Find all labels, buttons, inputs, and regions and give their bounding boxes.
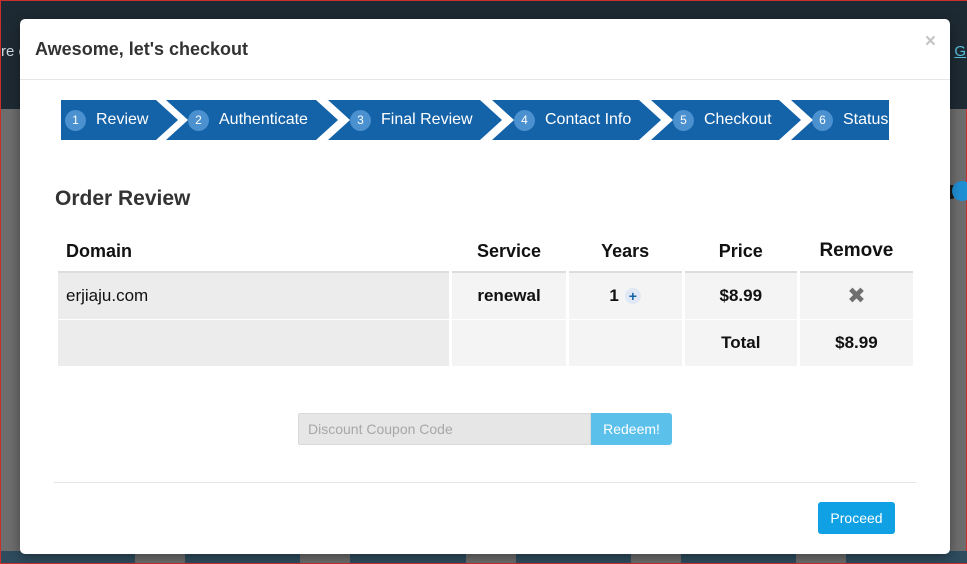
empty-cell [452, 320, 566, 367]
service-cell: renewal [452, 273, 566, 320]
background-badge-icon [952, 181, 967, 201]
empty-cell [58, 320, 450, 367]
step-label: Contact Info [545, 111, 632, 128]
total-value: $8.99 [799, 320, 913, 367]
coupon-form: Redeem! [298, 413, 672, 445]
years-cell: 1 + [568, 273, 682, 320]
order-table: Domain Service Years Price Remove erjiaj… [55, 233, 916, 367]
empty-cell [568, 320, 682, 367]
column-header-price: Price [684, 233, 797, 273]
remove-cell: ✖ [799, 273, 913, 320]
step-label: Checkout [704, 111, 772, 128]
step-contact-info: 4 Contact Info [492, 100, 661, 140]
redeem-button[interactable]: Redeem! [591, 413, 672, 445]
column-header-domain: Domain [58, 233, 450, 273]
proceed-button[interactable]: Proceed [818, 502, 895, 534]
step-final-review: 3 Final Review [328, 100, 502, 140]
column-header-service: Service [452, 233, 566, 273]
step-label: Final Review [381, 111, 473, 128]
step-review: 1 Review [61, 100, 178, 140]
years-value: 1 [609, 286, 619, 305]
domain-cell: erjiaju.com [58, 273, 450, 320]
background-header-link: G [954, 43, 966, 60]
step-status: 6 Status [791, 100, 889, 140]
step-number: 1 [65, 110, 86, 131]
close-icon[interactable]: × [925, 32, 936, 51]
order-review-title: Order Review [55, 187, 191, 210]
table-row: erjiaju.com renewal 1 + $8.99 ✖ [58, 273, 913, 320]
footer-divider [54, 482, 916, 483]
step-label: Review [96, 111, 149, 128]
plus-icon[interactable]: + [624, 288, 641, 304]
step-number: 5 [673, 110, 694, 131]
coupon-code-input[interactable] [298, 413, 591, 445]
step-number: 2 [188, 110, 209, 131]
table-header-row: Domain Service Years Price Remove [58, 233, 913, 273]
total-row: Total $8.99 [58, 320, 913, 367]
step-number: 6 [812, 109, 833, 131]
column-header-remove: Remove [799, 233, 913, 273]
step-authenticate: 2 Authenticate [166, 100, 338, 140]
remove-x-icon[interactable]: ✖ [847, 283, 865, 308]
step-label: Status [843, 111, 889, 128]
checkout-modal: Awesome, let's checkout × 1 Review 2 Aut… [20, 19, 950, 554]
step-checkout: 5 Checkout [651, 100, 801, 140]
step-label: Authenticate [219, 111, 308, 128]
step-number: 3 [350, 110, 371, 131]
column-header-years: Years [568, 233, 682, 273]
total-label: Total [684, 320, 797, 367]
modal-header: Awesome, let's checkout × [20, 19, 950, 80]
step-number: 4 [514, 110, 535, 131]
price-cell: $8.99 [684, 273, 797, 320]
modal-title: Awesome, let's checkout [35, 39, 249, 59]
